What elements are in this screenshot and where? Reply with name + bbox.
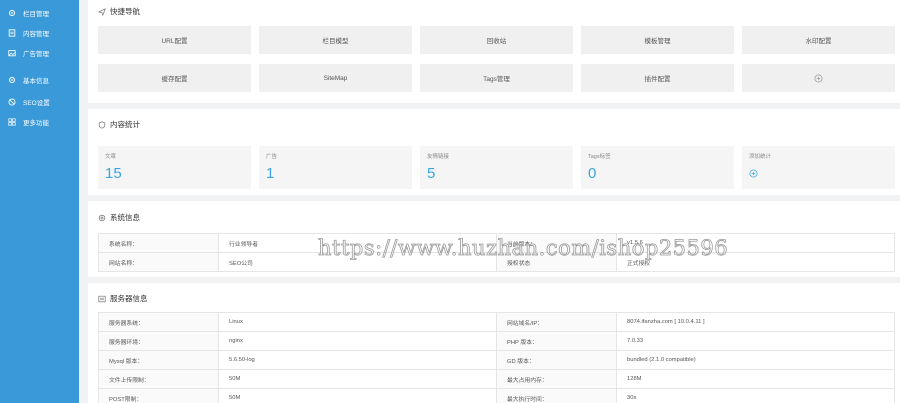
sidebar-item-seo[interactable]: SEO设置 — [0, 95, 79, 108]
main-content: 快捷导航 URL配置 栏目模型 回收站 模板管理 水印配置 缓存配置 SiteM… — [88, 0, 900, 403]
table-cell-key: POST限制： — [98, 388, 219, 403]
quick-nav-template-manage[interactable]: 模板管理 — [581, 26, 734, 54]
table-row: 网站名称： SEO公司 授权状态 正式授权 — [98, 252, 895, 272]
stat-label: 添加统计 — [749, 154, 772, 160]
quick-nav-title: 快捷导航 — [98, 6, 140, 17]
table-row: Mysql 版本： 5.6.50-log GD 版本： bundled (2.1… — [98, 350, 895, 370]
table-cell-key: Mysql 版本： — [98, 350, 219, 370]
table-row: 文件上传限制： 50M 最大占用内存： 128M — [98, 369, 895, 389]
sidebar-item-basic-info[interactable]: 基本信息 — [0, 73, 79, 86]
system-info-table: 系统名称： 行业领导者 当前版本： v1.5.6 网站名称： SEO公司 授权状… — [98, 233, 895, 272]
table-cell-key: 网站名称： — [98, 252, 219, 272]
table-cell-value: 行业领导者 — [218, 233, 497, 253]
system-info-panel: 系统信息 系统名称： 行业领导者 当前版本： v1.5.6 网站名称： SEO公… — [88, 201, 900, 277]
list-icon — [98, 295, 106, 303]
stat-label: Tags标签 — [588, 154, 611, 160]
table-row: POST限制： 50M 最大执行时间： 30s — [98, 388, 895, 403]
quick-nav-watermark-config[interactable]: 水印配置 — [742, 26, 895, 54]
table-cell-key: 文件上传限制： — [98, 369, 219, 389]
stat-value: 1 — [266, 165, 275, 182]
quick-nav-plugin-config[interactable]: 插件配置 — [581, 64, 734, 92]
stat-label: 友情链接 — [427, 154, 450, 160]
sidebar-item-label: 栏目管理 — [23, 10, 49, 18]
stat-card-links[interactable]: 友情链接 5 — [420, 146, 573, 189]
gear-icon — [8, 9, 16, 17]
table-cell-key: 网站域名/IP： — [496, 312, 617, 332]
server-info-title: 服务器信息 — [98, 293, 148, 304]
quick-nav-add-button[interactable] — [742, 64, 895, 92]
stat-card-add[interactable]: 添加统计 — [742, 146, 895, 189]
table-row: 系统名称： 行业领导者 当前版本： v1.5.6 — [98, 233, 895, 253]
stat-label: 文章 — [105, 154, 117, 160]
sidebar-item-label: 更多功能 — [23, 119, 49, 127]
stat-value: 5 — [427, 165, 436, 182]
table-cell-key: 服务器环境： — [98, 331, 219, 351]
quick-nav-cache-config[interactable]: 缓存配置 — [98, 64, 251, 92]
shield-icon — [98, 120, 106, 129]
add-circle-icon — [749, 169, 758, 178]
table-cell-key: 当前版本： — [496, 233, 617, 253]
server-info-panel: 服务器信息 服务器系统： Linux 网站域名/IP： 8074.ifanzha… — [88, 283, 900, 403]
grid-icon — [8, 117, 16, 126]
stats-grid: 文章 15 广告 1 友情链接 5 Tags标签 0 添加统计 — [98, 146, 895, 189]
system-info-title: 系统信息 — [98, 212, 140, 223]
content-stats-title: 内容统计 — [98, 119, 140, 130]
server-info-table: 服务器系统： Linux 网站域名/IP： 8074.ifanzha.com [… — [98, 312, 895, 403]
table-cell-value: 50M — [218, 369, 497, 389]
sidebar-item-ads[interactable]: 广告管理 — [0, 46, 79, 59]
stat-value: 0 — [588, 165, 597, 182]
quick-nav-recycle-bin[interactable]: 回收站 — [420, 26, 573, 54]
table-cell-key: 系统名称： — [98, 233, 219, 253]
gear-icon — [8, 76, 16, 84]
table-cell-value: 30s — [616, 388, 895, 403]
table-cell-value: nginx — [218, 331, 497, 351]
content-stats-panel: 内容统计 文章 15 广告 1 友情链接 5 Tags标签 0 添加统计 — [88, 109, 900, 195]
sidebar-item-label: 内容管理 — [23, 30, 49, 38]
table-cell-value: Linux — [218, 312, 497, 332]
sidebar-item-label: 基本信息 — [23, 77, 49, 85]
table-cell-key: 授权状态 — [496, 252, 617, 272]
stat-label: 广告 — [266, 154, 278, 160]
table-cell-value: v1.5.6 — [616, 233, 895, 253]
table-row: 服务器系统： Linux 网站域名/IP： 8074.ifanzha.com [… — [98, 312, 895, 332]
image-icon — [8, 49, 16, 57]
stat-value: 15 — [105, 165, 122, 182]
sidebar-item-more[interactable]: 更多功能 — [0, 115, 79, 128]
table-cell-key: 最大执行时间： — [496, 388, 617, 403]
block-icon — [8, 98, 16, 106]
quick-nav-grid: URL配置 栏目模型 回收站 模板管理 水印配置 缓存配置 SiteMap Ta… — [98, 26, 895, 92]
quick-nav-tags-manage[interactable]: Tags管理 — [420, 64, 573, 92]
table-cell-value: bundled (2.1.0 compatible) — [616, 350, 895, 370]
table-cell-value: 50M — [218, 388, 497, 403]
table-cell-value: 128M — [616, 369, 895, 389]
sidebar-item-column[interactable]: 栏目管理 — [0, 6, 79, 19]
send-icon — [98, 7, 106, 16]
sidebar-item-label: 广告管理 — [23, 50, 49, 58]
stat-card-ads[interactable]: 广告 1 — [259, 146, 412, 189]
table-cell-value: 7.0.33 — [616, 331, 895, 351]
quick-nav-panel: 快捷导航 URL配置 栏目模型 回收站 模板管理 水印配置 缓存配置 SiteM… — [88, 0, 900, 103]
quick-nav-sitemap[interactable]: SiteMap — [259, 64, 412, 92]
add-circle-icon — [814, 74, 823, 82]
sidebar: 栏目管理 内容管理 广告管理 基本信息 SEO设置 更多功能 — [0, 0, 79, 403]
table-cell-value: SEO公司 — [218, 252, 497, 272]
document-icon — [8, 28, 16, 37]
quick-nav-url-config[interactable]: URL配置 — [98, 26, 251, 54]
table-cell-key: 最大占用内存： — [496, 369, 617, 389]
gear-icon — [98, 214, 106, 222]
table-cell-value: 正式授权 — [616, 252, 895, 272]
sidebar-item-content[interactable]: 内容管理 — [0, 26, 79, 39]
table-cell-value: 5.6.50-log — [218, 350, 497, 370]
table-cell-key: PHP 版本： — [496, 331, 617, 351]
quick-nav-column-model[interactable]: 栏目模型 — [259, 26, 412, 54]
sidebar-item-label: SEO设置 — [23, 99, 50, 107]
table-row: 服务器环境： nginx PHP 版本： 7.0.33 — [98, 331, 895, 351]
table-cell-key: GD 版本： — [496, 350, 617, 370]
stat-card-tags[interactable]: Tags标签 0 — [581, 146, 734, 189]
table-cell-key: 服务器系统： — [98, 312, 219, 332]
table-cell-value: 8074.ifanzha.com [ 10.0.4.11 ] — [616, 312, 895, 332]
stat-card-articles[interactable]: 文章 15 — [98, 146, 251, 189]
